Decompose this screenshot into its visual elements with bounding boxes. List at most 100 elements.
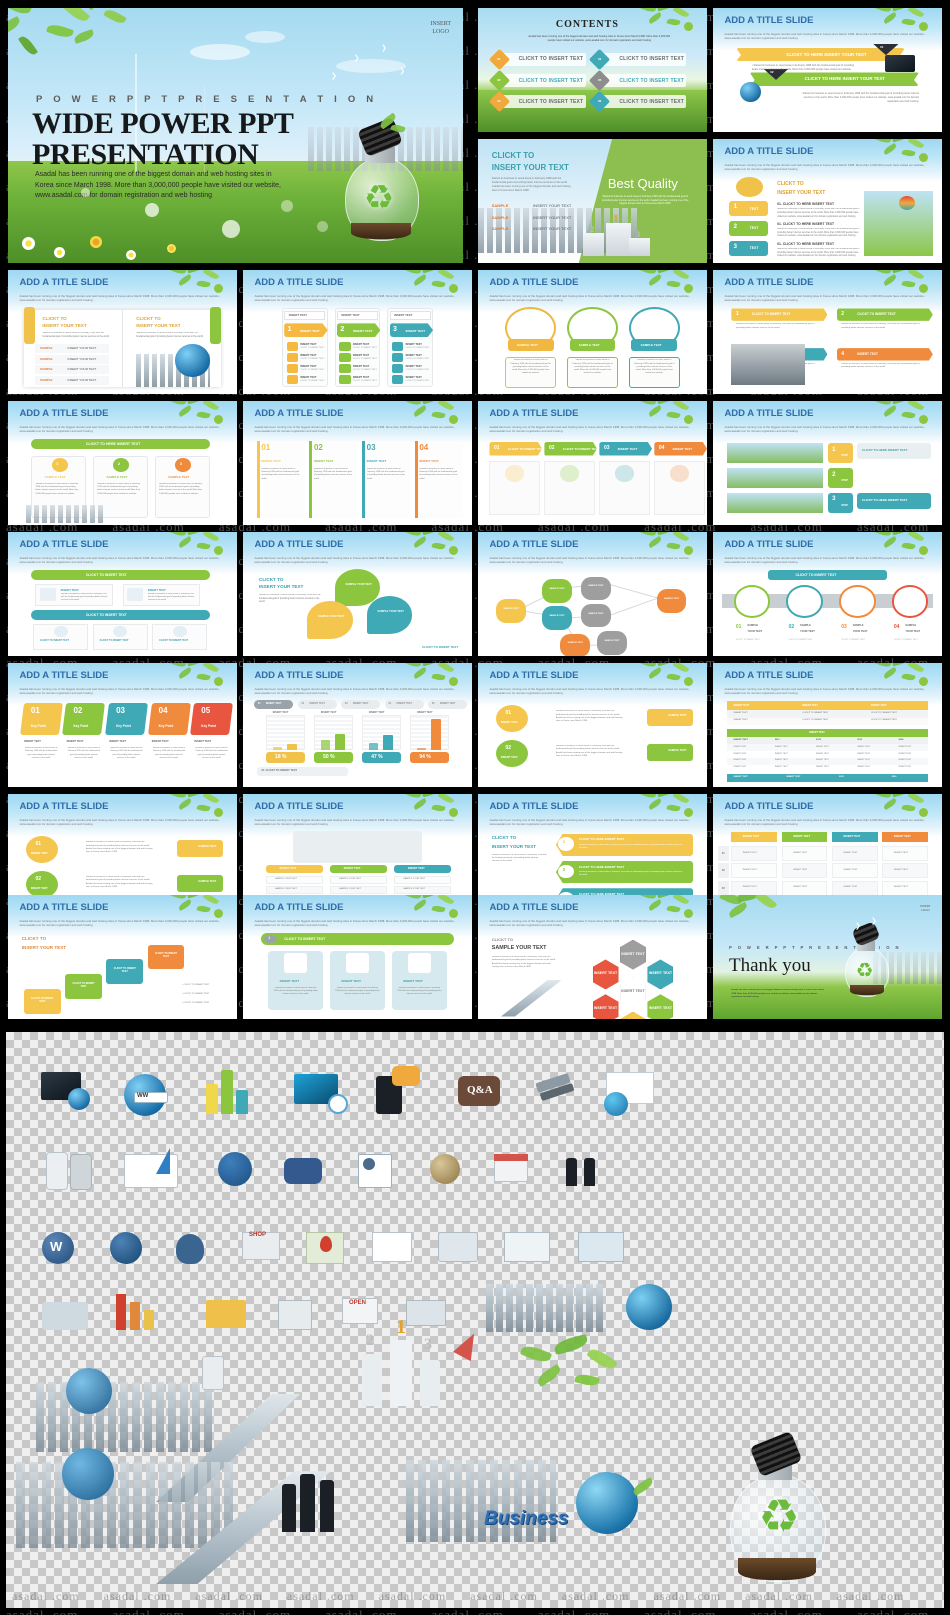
- hexagon-cell[interactable]: INSERT TEXT: [619, 976, 646, 1007]
- folder-icon[interactable]: [206, 1300, 246, 1328]
- cityscape-asset[interactable]: [16, 1462, 236, 1548]
- hexagon-cell[interactable]: INSERT TEXT: [647, 994, 674, 1019]
- hexagon-cell[interactable]: INSERT TEXT: [619, 1011, 646, 1019]
- red-arrow-icon[interactable]: [453, 1328, 483, 1362]
- book-slide[interactable]: ADD A TITLE SLIDE Asadal has been running…: [8, 270, 237, 394]
- network-node[interactable]: [542, 606, 572, 630]
- handshake-icon[interactable]: [566, 1158, 577, 1186]
- handshake-icon[interactable]: [584, 1158, 595, 1186]
- keypoint-card[interactable]: [147, 702, 191, 735]
- num4-slide[interactable]: ADD A TITLE SLIDE Asadal has been running…: [243, 401, 472, 525]
- tablet-icon[interactable]: [202, 1356, 224, 1390]
- business-3d-text[interactable]: Business: [484, 1508, 568, 1530]
- contents-item[interactable]: CLICKT TO INSERT TEXT: [589, 48, 687, 71]
- globe-sprout-icon[interactable]: [576, 1472, 638, 1534]
- server-rack-icon[interactable]: [438, 1232, 478, 1262]
- process-circle[interactable]: [496, 705, 529, 733]
- best-quality-slide[interactable]: CLICKT TO INSERT YOUR TEXT Started its bus…: [478, 139, 707, 263]
- cycle-slide[interactable]: ADD A TITLE SLIDE Asadal has been running…: [8, 895, 237, 1019]
- smartphone-icon[interactable]: [70, 1154, 92, 1190]
- circle-icon-frame[interactable]: [838, 585, 876, 618]
- insert-logo-placeholder[interactable]: INSERT LOGO: [920, 904, 930, 912]
- contents-item[interactable]: CLICKT TO INSERT TEXT: [488, 91, 586, 113]
- network-node[interactable]: [560, 633, 591, 656]
- hexagon-cell[interactable]: INSERT TEXT: [647, 959, 674, 990]
- icon3-slide[interactable]: ADD A TITLE SLIDE Asadal has been running…: [243, 895, 472, 1019]
- keypoint-card[interactable]: [19, 702, 63, 735]
- businessperson-figure[interactable]: [300, 1474, 315, 1532]
- twoband-slide[interactable]: ADD A TITLE SLIDE Asadal has been running…: [8, 532, 237, 656]
- contents-item[interactable]: CLICKT TO INSERT TEXT: [589, 69, 687, 92]
- network-node[interactable]: [496, 598, 527, 623]
- thankyou-slide[interactable]: P O W E R P P T P R E S E N T A T I O NT…: [713, 895, 942, 1019]
- businessperson-figure[interactable]: [320, 1480, 334, 1532]
- house-icon[interactable]: [278, 1300, 312, 1330]
- chart-bar-teal[interactable]: [236, 1090, 248, 1114]
- hexagon-slide[interactable]: ADD A TITLE SLIDE Asadal has been running…: [478, 895, 707, 1019]
- chart-slide[interactable]: ADD A TITLE SLIDE Asadal has been running…: [243, 663, 472, 787]
- keypoint-slide[interactable]: ADD A TITLE SLIDE Asadal has been running…: [8, 663, 237, 787]
- chat-bubble-icon[interactable]: [284, 1158, 322, 1184]
- smartphone-icon[interactable]: [46, 1152, 68, 1190]
- globe-icon[interactable]: [68, 1088, 90, 1110]
- globe-city-large-icon[interactable]: [62, 1448, 114, 1500]
- document-chart-icon[interactable]: [372, 1232, 412, 1262]
- globe-pin-icon[interactable]: [110, 1232, 142, 1264]
- contents-slide[interactable]: CONTENTS Asadal has been running one of t…: [478, 8, 707, 132]
- process-result[interactable]: [647, 708, 694, 727]
- hero-slide[interactable]: ❯ ❯ ❯ ❯ P O W E R P P T P R E S E N T A …: [8, 8, 463, 263]
- up-arrow-icon[interactable]: [156, 1148, 170, 1174]
- leaf-branch-asset[interactable]: [506, 1332, 656, 1412]
- process-circle[interactable]: [496, 739, 529, 768]
- money-bag-icon[interactable]: [176, 1234, 204, 1264]
- network-node[interactable]: [597, 631, 627, 655]
- hexagon-cell[interactable]: INSERT TEXT: [592, 959, 619, 990]
- table-slide[interactable]: ADD A TITLE SLIDE Asadal has been running…: [713, 663, 942, 787]
- network-slide[interactable]: ADD A TITLE SLIDE Asadal has been running…: [478, 532, 707, 656]
- contents-item[interactable]: CLICKT TO INSERT TEXT: [589, 91, 687, 113]
- network-node[interactable]: [656, 589, 687, 613]
- hexagon-cell[interactable]: INSERT TEXT: [592, 994, 619, 1019]
- network-node[interactable]: [581, 603, 611, 628]
- banner-slide[interactable]: ADD A TITLE SLIDE Asadal has been running…: [713, 8, 942, 132]
- bubble-slide[interactable]: ADD A TITLE SLIDE Asadal has been running…: [243, 532, 472, 656]
- growth-chart-icon[interactable]: [116, 1294, 126, 1330]
- speech-bubble-icon[interactable]: [392, 1066, 420, 1086]
- growth-chart-icon[interactable]: [144, 1310, 154, 1330]
- process-result[interactable]: [177, 839, 224, 858]
- contents-item[interactable]: CLICKT TO INSERT TEXT: [488, 48, 586, 71]
- three-col-slide[interactable]: ADD A TITLE SLIDE Asadal has been running…: [8, 401, 237, 525]
- keypoint-card[interactable]: [62, 702, 106, 735]
- circle-icon-frame[interactable]: [786, 585, 823, 618]
- photo4-item[interactable]: [836, 348, 933, 361]
- book-tab-left[interactable]: [24, 307, 36, 345]
- city-skyline-asset[interactable]: [486, 1284, 606, 1332]
- photo4-slide[interactable]: ADD A TITLE SLIDE Asadal has been running…: [713, 270, 942, 394]
- growth-chart-icon[interactable]: [130, 1302, 140, 1330]
- circle-icon-frame[interactable]: [733, 585, 771, 618]
- steps-slide[interactable]: ADD A TITLE SLIDE Asadal has been running…: [713, 139, 942, 263]
- insert-logo-placeholder[interactable]: INSERT LOGO: [430, 20, 451, 36]
- process-circle[interactable]: [26, 836, 59, 864]
- speech-bubble[interactable]: [307, 601, 353, 639]
- circle-icon-frame[interactable]: [891, 585, 929, 618]
- contents-item[interactable]: CLICKT TO INSERT TEXT: [488, 69, 586, 92]
- folder-photo-icon[interactable]: [578, 1232, 624, 1262]
- process-result[interactable]: [647, 743, 694, 761]
- globe-city-icon[interactable]: [626, 1284, 672, 1330]
- keypoint-card[interactable]: [190, 702, 234, 735]
- steps-right-slide[interactable]: ADD A TITLE SLIDE Asadal has been running…: [713, 401, 942, 525]
- globe-blue-icon[interactable]: [66, 1368, 112, 1414]
- process-slide[interactable]: ADD A TITLE SLIDE Asadal has been running…: [478, 663, 707, 787]
- presentation-screen-icon[interactable]: [504, 1232, 550, 1262]
- circle4-slide[interactable]: ADD A TITLE SLIDE Asadal has been running…: [713, 532, 942, 656]
- network-node[interactable]: [542, 579, 572, 603]
- chart-bar-green[interactable]: [221, 1070, 233, 1114]
- keypoint-card[interactable]: [104, 702, 148, 735]
- bench-icon[interactable]: [406, 1300, 446, 1326]
- id-card-icon[interactable]: [358, 1154, 392, 1188]
- network-node[interactable]: [581, 576, 611, 601]
- globe-network-icon[interactable]: [218, 1152, 252, 1186]
- speech-bubble[interactable]: [366, 596, 413, 634]
- cityscape-wide-asset[interactable]: [36, 1382, 216, 1452]
